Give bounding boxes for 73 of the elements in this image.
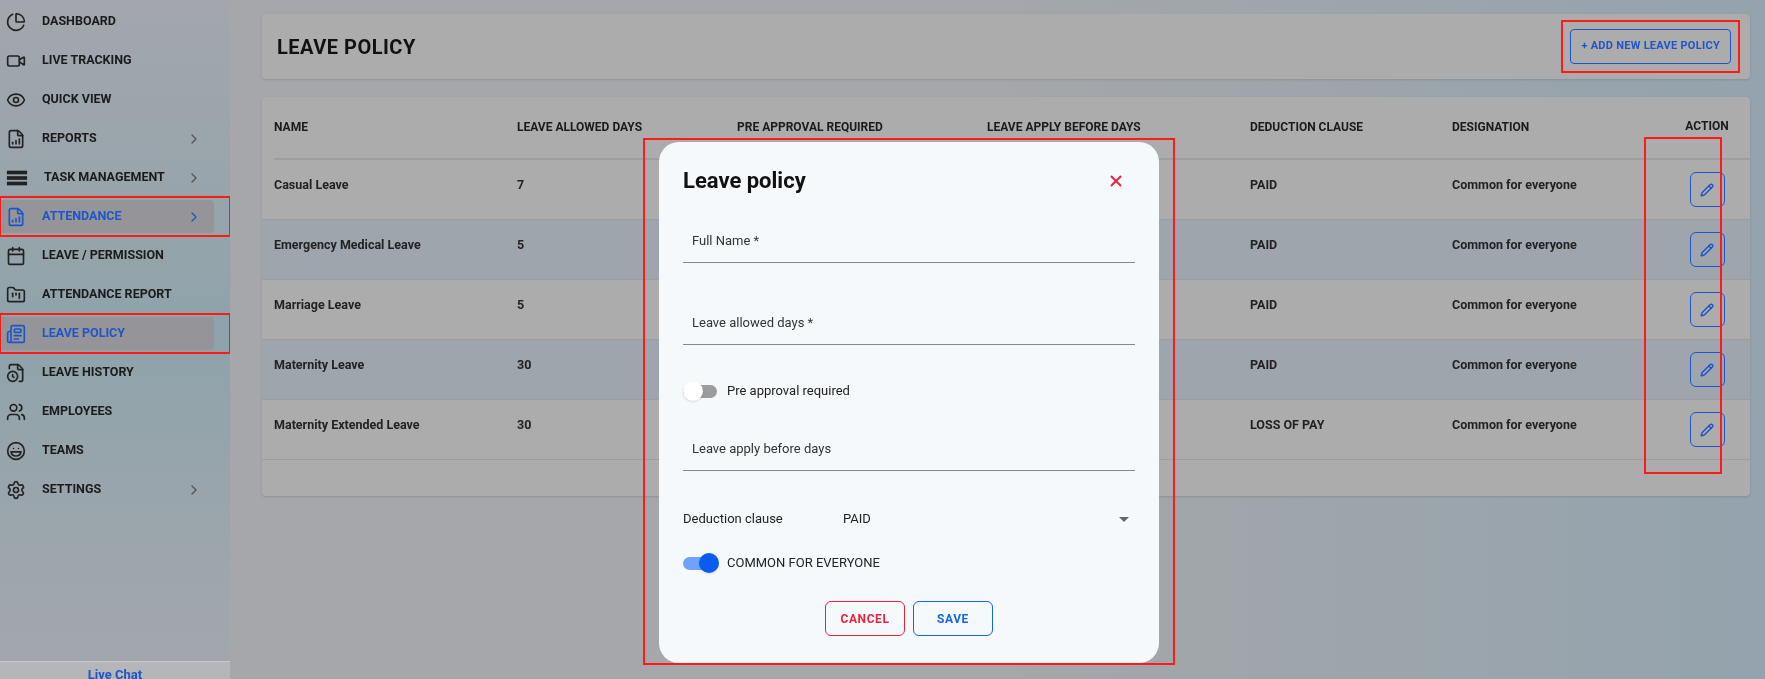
sidebar-item[interactable]: REPORTS — [0, 122, 214, 155]
face-icon — [6, 440, 26, 461]
select-value: PAID — [843, 510, 872, 529]
input-field[interactable]: Leave apply before days — [683, 427, 1135, 471]
table-cell: PAID — [1250, 177, 1278, 192]
sidebar-item[interactable]: TEAMS — [0, 434, 214, 467]
table-cell: PAID — [1250, 297, 1278, 312]
table-cell: Common for everyone — [1452, 177, 1577, 192]
dialog-title: Leave policy — [683, 167, 806, 195]
page-title: LEAVE POLICY — [277, 33, 416, 61]
sidebar-item[interactable]: DASHBOARD — [0, 5, 214, 38]
table-cell: Casual Leave — [274, 177, 349, 192]
settings-icon — [6, 479, 26, 500]
sidebar-item[interactable]: LEAVE HISTORY — [0, 356, 214, 389]
table-cell: PAID — [1250, 357, 1278, 372]
sidebar-item[interactable]: SETTINGS — [0, 473, 214, 506]
table-cell: 5 — [517, 237, 525, 252]
sidebar-item[interactable]: LIVE TRACKING — [0, 44, 214, 77]
file-clock-icon — [6, 362, 26, 383]
table-cell: 7 — [517, 177, 525, 192]
toggle-switch[interactable] — [683, 381, 719, 401]
toggle-label: Pre approval required — [727, 382, 850, 401]
column-header: ACTION — [1685, 117, 1729, 135]
calendar-icon — [6, 245, 26, 266]
pencil-icon — [1700, 422, 1714, 437]
table-cell: Common for everyone — [1452, 417, 1577, 432]
table-cell: Maternity Extended Leave — [274, 417, 420, 432]
cancel-button[interactable]: CANCEL — [825, 601, 905, 636]
edit-button[interactable] — [1689, 352, 1725, 387]
pencil-icon — [1700, 302, 1714, 317]
document-icon — [6, 323, 26, 344]
sidebar-item[interactable]: ATTENDANCE REPORT — [0, 278, 214, 311]
column-header: PRE APPROVAL REQUIRED — [737, 119, 883, 134]
table-cell: 30 — [517, 417, 532, 432]
sidebar-item[interactable]: LEAVE / PERMISSION — [0, 239, 214, 272]
pie-chart-icon — [6, 11, 26, 32]
table-cell: Common for everyone — [1452, 297, 1577, 312]
column-header: DESIGNATION — [1452, 119, 1530, 134]
pencil-icon — [1700, 362, 1714, 377]
sidebar-item[interactable]: TASK MANAGEMENT — [0, 161, 214, 194]
bar-chart-icon — [6, 206, 26, 227]
table-cell: LOSS OF PAY — [1250, 417, 1325, 432]
edit-button[interactable] — [1689, 412, 1725, 447]
table-cell: Marriage Leave — [274, 297, 361, 312]
table-cell: 30 — [517, 357, 532, 372]
table-cell: Maternity Leave — [274, 357, 365, 372]
table-cell: Common for everyone — [1452, 357, 1577, 372]
select-label: Deduction clause — [683, 510, 784, 529]
dropdown-caret-icon — [1119, 516, 1129, 522]
users-icon — [6, 401, 26, 422]
folder-chart-icon — [6, 284, 26, 305]
edit-button[interactable] — [1689, 292, 1725, 327]
report-chart-icon — [6, 128, 26, 149]
table-cell: Emergency Medical Leave — [274, 237, 421, 252]
input-field[interactable]: Leave allowed days * — [683, 301, 1135, 345]
column-header: NAME — [274, 119, 308, 134]
deduction-select[interactable]: Deduction clause PAID — [683, 499, 1135, 539]
table-cell: 5 — [517, 297, 525, 312]
toggle-label: COMMON FOR EVERYONE — [727, 554, 880, 573]
column-header: LEAVE APPLY BEFORE DAYS — [987, 119, 1141, 134]
table-cell: Common for everyone — [1452, 237, 1577, 252]
edit-button[interactable] — [1689, 172, 1725, 207]
column-header: LEAVE ALLOWED DAYS — [517, 119, 643, 134]
pencil-icon — [1700, 242, 1714, 257]
sidebar-item[interactable]: QUICK VIEW — [0, 83, 214, 116]
edit-button[interactable] — [1689, 232, 1725, 267]
column-header: DEDUCTION CLAUSE — [1250, 119, 1364, 134]
pencil-icon — [1700, 182, 1714, 197]
input-field[interactable]: Full Name * — [683, 219, 1135, 263]
toggle-switch[interactable] — [683, 553, 719, 573]
table-cell: PAID — [1250, 237, 1278, 252]
save-button[interactable]: SAVE — [913, 601, 993, 636]
sidebar-item[interactable]: EMPLOYEES — [0, 395, 214, 428]
